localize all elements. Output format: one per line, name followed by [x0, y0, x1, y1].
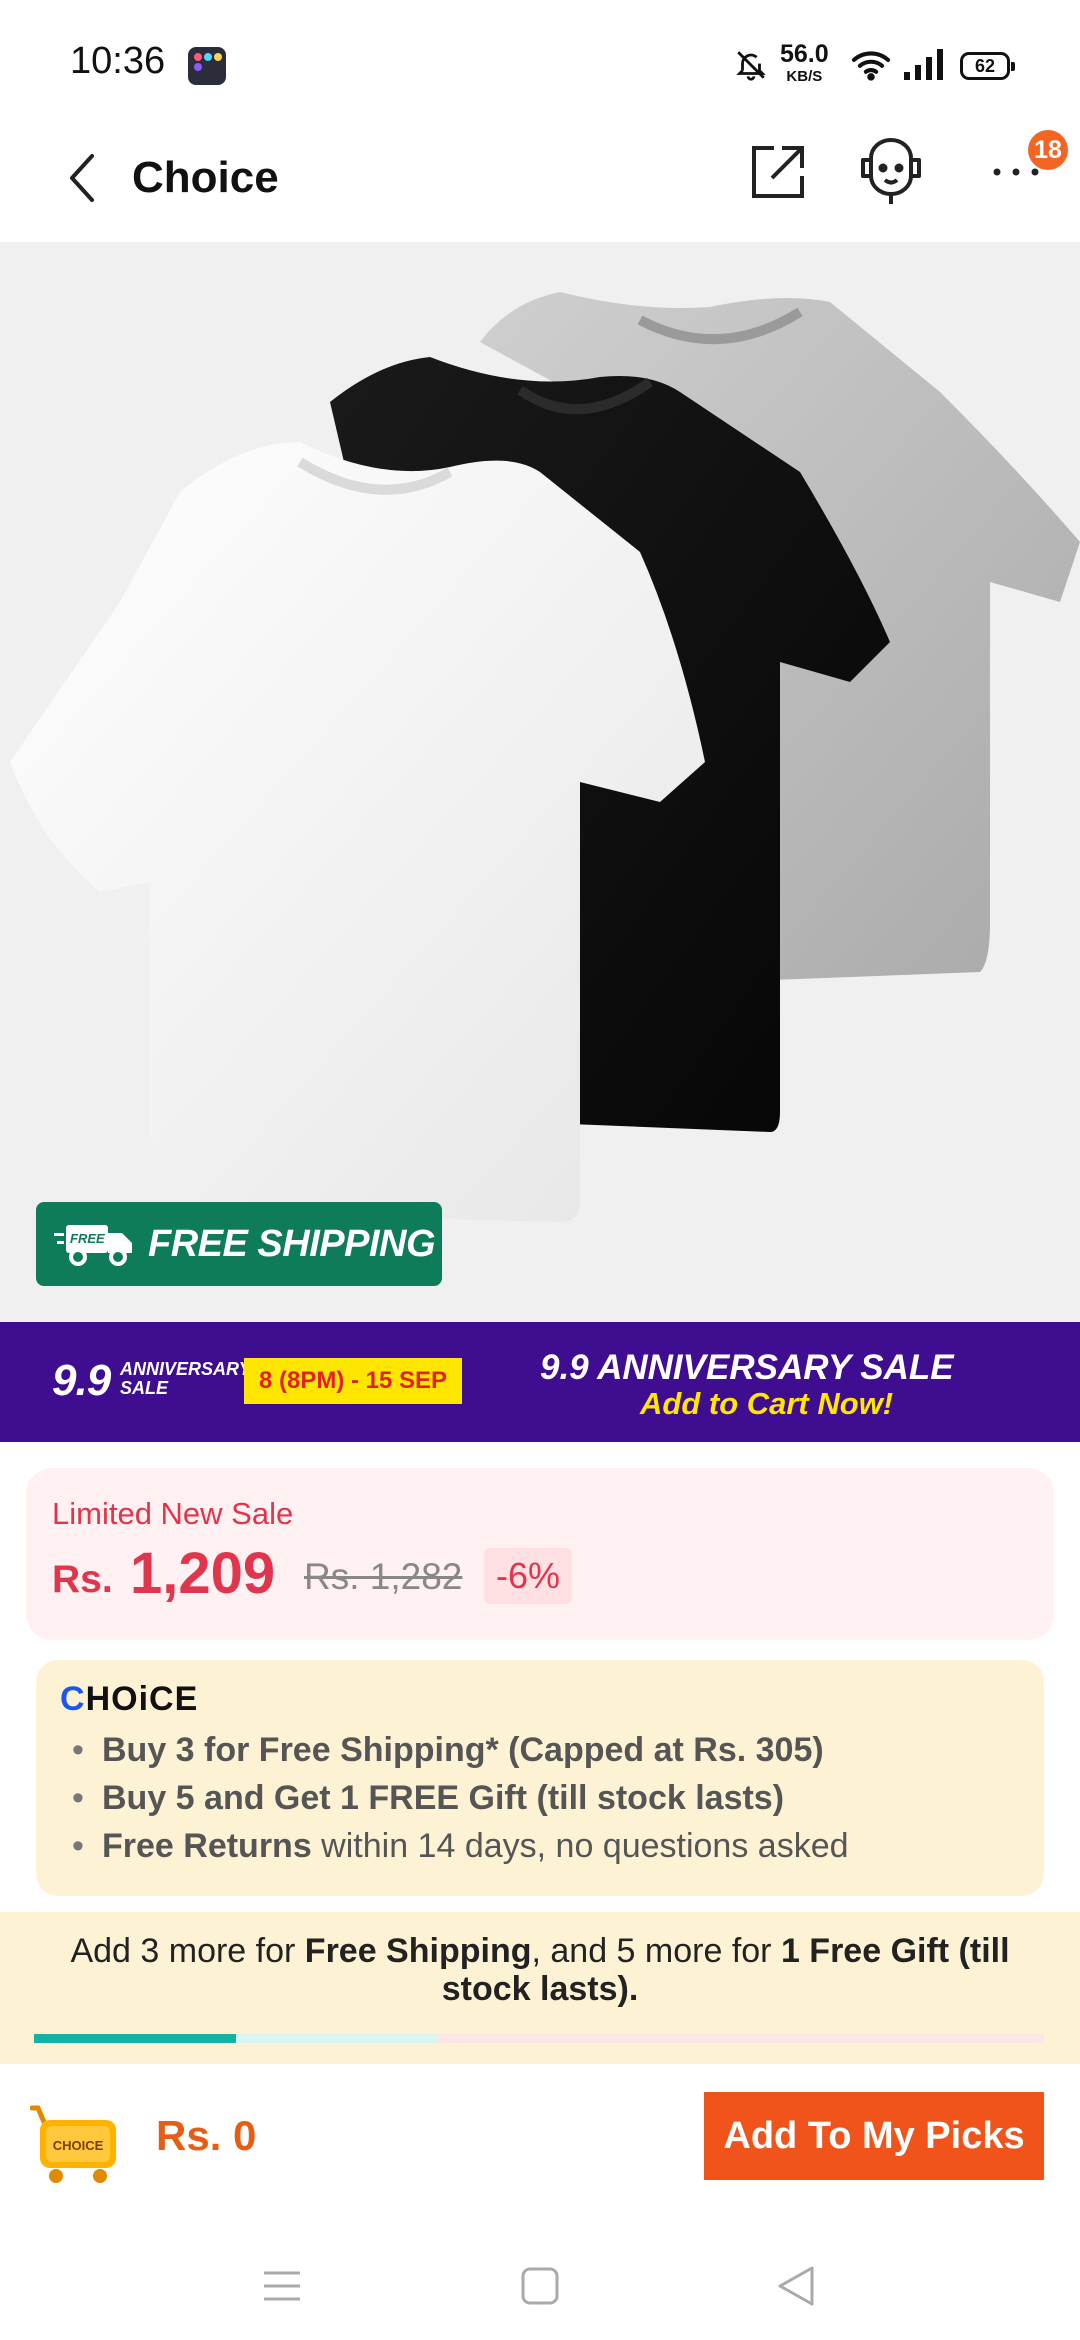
promo-banner[interactable]: 9.9 ANNIVERSARY SALE 8 (8PM) - 15 SEP 9.9…	[0, 1322, 1080, 1442]
benefit-item: Free Returns within 14 days, no question…	[66, 1822, 849, 1870]
tshirts-illustration	[10, 292, 1080, 1222]
svg-text:CHOICE: CHOICE	[53, 2138, 104, 2153]
add-to-my-picks-button[interactable]: Add To My Picks	[704, 2092, 1044, 2180]
system-nav-bar	[0, 2218, 1080, 2340]
app-header: Choice 18	[0, 120, 1080, 242]
bundle-progress: Add 3 more for Free Shipping, and 5 more…	[0, 1912, 1080, 2064]
free-shipping-badge: FREE FREE SHIPPING	[36, 1202, 442, 1286]
current-price: 1,209	[130, 1541, 276, 1606]
status-bar: 10:36 56.0 KB/S 62	[0, 0, 1080, 120]
benefit-item: Buy 3 for Free Shipping* (Capped at Rs. …	[66, 1726, 849, 1774]
benefit-item: Buy 5 and Get 1 FREE Gift (till stock la…	[66, 1774, 849, 1822]
page-title: Choice	[132, 153, 279, 202]
battery-indicator: 62	[960, 52, 1015, 80]
back-button[interactable]	[46, 142, 118, 214]
sale-tag: Limited New Sale	[52, 1496, 294, 1531]
progress-bar	[34, 2034, 1044, 2043]
share-button[interactable]	[742, 136, 814, 208]
free-small-label: FREE	[70, 1231, 105, 1246]
price-currency: Rs.	[52, 1558, 113, 1601]
back-nav-icon	[778, 2266, 814, 2306]
picks-total: Rs. 0	[156, 2112, 257, 2159]
more-icon	[993, 168, 1039, 176]
mute-bell-icon	[736, 51, 766, 81]
menu-nav-icon	[264, 2271, 300, 2301]
original-price: Rs. 1,282	[304, 1556, 463, 1597]
benefits-list: Buy 3 for Free Shipping* (Capped at Rs. …	[66, 1726, 849, 1870]
back-nav-button[interactable]	[766, 2256, 826, 2316]
customer-service-icon	[861, 138, 921, 204]
price-card: Limited New Sale Rs. 1,209 Rs. 1,282 -6%	[26, 1468, 1054, 1640]
promo-event-small: ANNIVERSARY SALE	[120, 1359, 251, 1398]
promo-date-range: 8 (8PM) - 15 SEP	[244, 1358, 462, 1404]
network-speed: 56.0 KB/S	[780, 40, 829, 85]
promo-event-number: 9.9	[52, 1356, 111, 1405]
discount-badge: -6%	[484, 1548, 573, 1604]
cell-signal-icon	[904, 49, 943, 80]
promo-cta: Add to Cart Now!	[640, 1386, 894, 1421]
home-nav-icon	[521, 2267, 559, 2305]
status-time: 10:36	[70, 40, 166, 82]
delivery-truck-icon: FREE	[54, 1225, 132, 1266]
notification-badge: 18	[1028, 130, 1068, 170]
bottom-action-bar: CHOICE Rs. 0 Add To My Picks	[0, 2064, 1080, 2218]
home-button[interactable]	[510, 2256, 570, 2316]
choice-logo: CHOiCE	[60, 1680, 199, 1718]
customer-service-button[interactable]	[848, 132, 934, 212]
progress-fill	[34, 2034, 236, 2043]
recent-apps-button[interactable]	[252, 2256, 312, 2316]
choice-benefits-card[interactable]: CHOiCE Buy 3 for Free Shipping* (Capped …	[36, 1660, 1044, 1896]
wifi-icon	[851, 51, 891, 81]
choice-cart-icon[interactable]: CHOICE	[29, 2100, 122, 2186]
free-shipping-label: FREE SHIPPING	[148, 1222, 436, 1265]
back-arrow-icon	[70, 154, 94, 202]
product-image[interactable]	[0, 242, 1080, 1322]
promo-title: 9.9 ANNIVERSARY SALE	[540, 1348, 954, 1387]
share-icon	[752, 146, 804, 198]
app-notification-icon	[188, 47, 226, 85]
progress-message: Add 3 more for Free Shipping, and 5 more…	[70, 1932, 1010, 2008]
